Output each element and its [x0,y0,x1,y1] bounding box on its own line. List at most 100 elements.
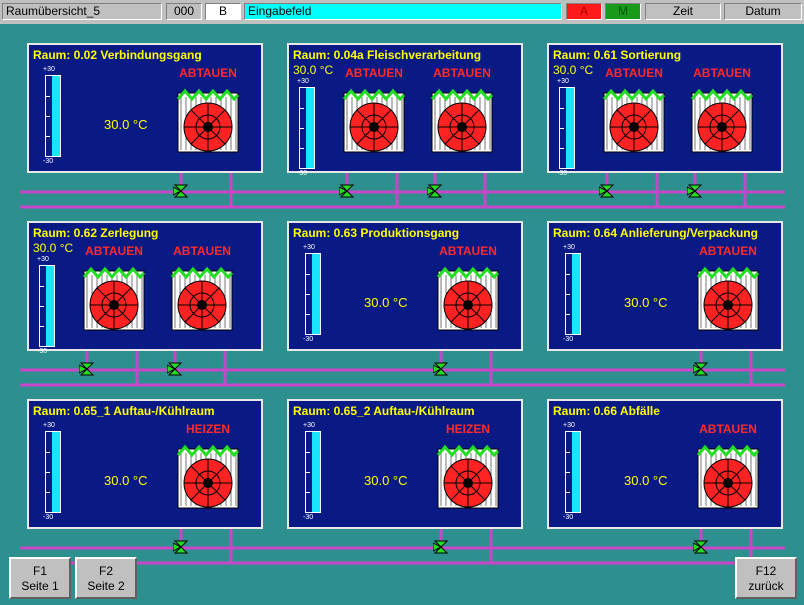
evaporator-unit[interactable] [696,265,760,331]
gauge-fill [572,432,580,512]
temperature-gauge [45,75,61,157]
gauge-tick [306,314,310,315]
unit-status: ABTAUEN [179,66,237,80]
room-panel[interactable]: Raum: 0.66 Abfälle +30 -30 30.0 °C ABTAUEN [547,399,783,529]
f1-button[interactable]: F1 Seite 1 [9,557,71,599]
unit-status: HEIZEN [445,422,490,436]
valve-icon[interactable] [166,359,183,379]
room-panel[interactable]: Raum: 0.65_2 Auftau-/Kühlraum +30 -30 30.0 … [287,399,523,529]
room-title: Raum: 0.64 Anlieferung/Verpackung [553,226,758,240]
time-field: Zeit [645,3,721,20]
valve-icon[interactable] [432,537,449,557]
valve-icon[interactable] [692,359,709,379]
room-temperature: 30.0 °C [293,63,334,77]
room-title: Raum: 0.65_2 Auftau-/Kühlraum [293,404,475,418]
gauge-min-label: -30 [43,158,54,165]
gauge-max-label: +30 [43,422,55,429]
alarm-a-button[interactable]: A [566,3,602,20]
date-field: Datum [724,3,802,20]
gauge-max-label: +30 [557,78,569,85]
f12-button-label: zurück [748,579,784,593]
mode-field: B [205,3,241,20]
room-panel[interactable]: Raum: 0.04a Fleischverarbeitung +30 -30 30.… [287,43,523,177]
gauge-tick [300,148,304,149]
evaporator-unit[interactable] [342,87,406,153]
room-panel[interactable]: Raum: 0.61 Sortierung +30 -30 30.0 °C ABTAUE… [547,43,783,177]
gauge-max-label: +30 [43,66,55,73]
temperature-gauge [39,265,55,347]
gauge-min-label: -30 [37,348,48,355]
window-title: Raumübersicht_5 [2,3,162,20]
temperature-gauge [565,431,581,513]
gauge-max-label: +30 [297,78,309,85]
room-panel[interactable]: Raum: 0.62 Zerlegung +30 -30 30.0 °C ABTAUEN… [27,221,263,355]
valve-icon[interactable] [78,359,95,379]
evaporator-unit[interactable] [436,265,500,331]
unit-status: ABTAUEN [345,66,403,80]
gauge-tick [306,452,310,453]
gauge-min-label: -30 [557,170,568,177]
temperature-gauge [565,253,581,335]
valve-icon[interactable] [686,181,703,201]
gauge-min-label: -30 [563,336,574,343]
room-panel[interactable]: Raum: 0.65_1 Auftau-/Kühlraum +30 -30 30.0 … [27,399,263,529]
gauge-fill [312,254,320,334]
valve-icon[interactable] [432,359,449,379]
gauge-tick [300,108,304,109]
gauge-tick [566,314,570,315]
valve-icon[interactable] [692,537,709,557]
gauge-max-label: +30 [37,256,49,263]
room-temperature: 30.0 °C [624,295,668,310]
temperature-gauge [559,87,575,169]
gauge-fill [46,266,54,346]
room-temperature: 30.0 °C [624,473,668,488]
gauge-tick [566,274,570,275]
gauge-fill [306,88,314,168]
gauge-fill [566,88,574,168]
gauge-tick [46,492,50,493]
gauge-max-label: +30 [303,244,315,251]
room-temperature: 30.0 °C [104,117,148,132]
evaporator-unit[interactable] [176,443,240,509]
evaporator-unit[interactable] [176,87,240,153]
f2-button[interactable]: F2 Seite 2 [75,557,137,599]
gauge-min-label: -30 [303,336,314,343]
gauge-fill [312,432,320,512]
evaporator-unit[interactable] [430,87,494,153]
valve-icon[interactable] [598,181,615,201]
room-title: Raum: 0.63 Produktionsgang [293,226,460,240]
valve-icon[interactable] [172,181,189,201]
gauge-max-label: +30 [563,244,575,251]
gauge-tick [46,472,50,473]
gauge-min-label: -30 [297,170,308,177]
unit-status: ABTAUEN [693,66,751,80]
gauge-min-label: -30 [303,514,314,521]
valve-icon[interactable] [426,181,443,201]
evaporator-unit[interactable] [170,265,234,331]
evaporator-unit[interactable] [82,265,146,331]
room-title: Raum: 0.62 Zerlegung [33,226,159,240]
gauge-tick [566,294,570,295]
room-temperature: 30.0 °C [33,241,74,255]
room-title: Raum: 0.66 Abfälle [553,404,660,418]
evaporator-unit[interactable] [436,443,500,509]
top-status-bar: Raumübersicht_5 000 B Eingabefeld A M Ze… [0,0,804,24]
input-field[interactable]: Eingabefeld [244,3,562,20]
gauge-min-label: -30 [563,514,574,521]
gauge-tick [40,306,44,307]
room-panel[interactable]: Raum: 0.64 Anlieferung/Verpackung +30 -30 3… [547,221,783,351]
gauge-tick [46,136,50,137]
evaporator-unit[interactable] [696,443,760,509]
valve-icon[interactable] [172,537,189,557]
f12-key-label: F12 [755,564,777,578]
evaporator-unit[interactable] [690,87,754,153]
f1-key-label: F1 [32,564,47,578]
room-panel[interactable]: Raum: 0.02 Verbindungsgang +30 -30 30.0 °C A… [27,43,263,173]
evaporator-unit[interactable] [602,87,666,153]
valve-icon[interactable] [338,181,355,201]
room-panel[interactable]: Raum: 0.63 Produktionsgang +30 -30 30.0 °C A… [287,221,523,351]
f1-button-label: Seite 1 [21,579,59,593]
f12-button[interactable]: F12 zurück [735,557,797,599]
alarm-m-button[interactable]: M [605,3,641,20]
gauge-max-label: +30 [563,422,575,429]
